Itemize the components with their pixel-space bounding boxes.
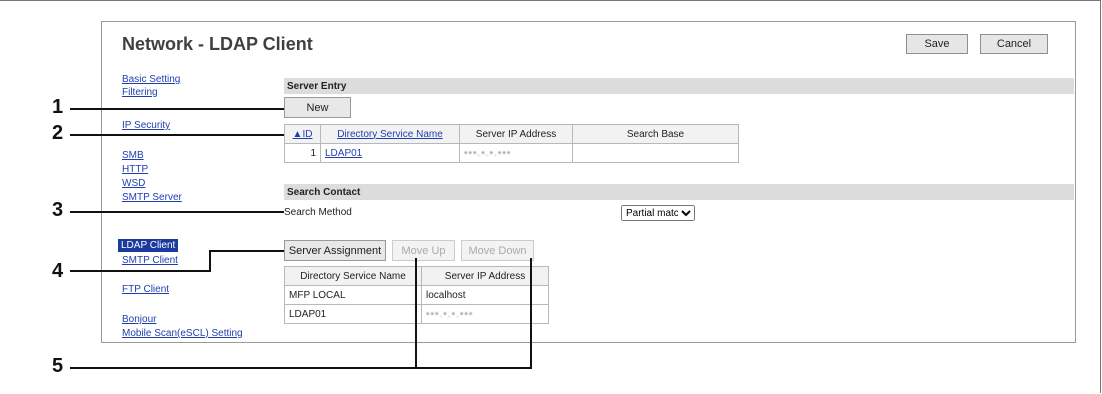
column-header-directory-service-name[interactable]: Directory Service Name	[320, 124, 460, 144]
sidebar-item-http[interactable]: HTTP	[122, 164, 148, 175]
sidebar-item-basic-setting[interactable]: Basic Setting	[122, 74, 180, 85]
cell-search-base	[572, 143, 739, 163]
page-title: Network - LDAP Client	[122, 34, 313, 54]
table-row: 1 LDAP01 •••.•.•.•••	[284, 143, 739, 163]
search-method-select[interactable]: Partial match	[621, 205, 695, 221]
column-header-directory-service-name: Directory Service Name	[284, 266, 422, 286]
sidebar-item-smb[interactable]: SMB	[122, 150, 144, 161]
search-contact-heading: Search Contact	[284, 184, 1074, 200]
sidebar-item-wsd[interactable]: WSD	[122, 178, 145, 189]
directory-service-link[interactable]: LDAP01	[325, 148, 362, 159]
column-header-id[interactable]: ▲ID	[284, 124, 321, 144]
column-header-server-ip: Server IP Address	[459, 124, 573, 144]
callout-line-5c	[530, 258, 532, 368]
callout-1: 1	[52, 96, 64, 118]
callout-line-1	[70, 108, 284, 110]
cell-directory-service-name: LDAP01	[284, 304, 422, 324]
sidebar-item-smtp-server[interactable]: SMTP Server	[122, 192, 182, 203]
callout-line-4a	[70, 270, 210, 272]
save-button[interactable]: Save	[906, 34, 968, 54]
sidebar-item-ip-security[interactable]: IP Security	[122, 120, 170, 131]
sidebar-item-ldap-client[interactable]: LDAP Client	[118, 239, 179, 252]
table-header-row: ▲ID Directory Service Name Server IP Add…	[284, 124, 739, 144]
server-assignment-button[interactable]: Server Assignment	[284, 240, 386, 261]
callout-line-2	[70, 134, 284, 136]
cell-server-ip: •••.•.•.•••	[426, 308, 474, 320]
sidebar-item-mobile-scan[interactable]: Mobile Scan(eSCL) Setting	[122, 328, 243, 339]
callout-4: 4	[52, 260, 64, 282]
search-method-label: Search Method	[284, 207, 352, 218]
new-button[interactable]: New	[284, 97, 351, 118]
cancel-button[interactable]: Cancel	[980, 34, 1048, 54]
callout-line-5b	[415, 258, 417, 368]
sidebar-item-filtering[interactable]: Filtering	[122, 87, 158, 98]
callout-line-4b	[209, 250, 211, 272]
move-up-button[interactable]: Move Up	[392, 240, 455, 261]
callout-line-4c	[209, 250, 284, 252]
callout-3: 3	[52, 199, 64, 221]
callout-line-3	[70, 211, 284, 213]
callout-5: 5	[52, 355, 64, 377]
callout-line-5a	[70, 367, 532, 369]
server-entry-heading: Server Entry	[284, 78, 1074, 94]
settings-panel	[101, 21, 1076, 343]
sidebar-item-smtp-client[interactable]: SMTP Client	[122, 255, 178, 266]
callout-2: 2	[52, 122, 64, 144]
sidebar-item-ftp-client[interactable]: FTP Client	[122, 284, 169, 295]
cell-server-ip: •••.•.•.•••	[464, 147, 512, 159]
move-down-button[interactable]: Move Down	[461, 240, 534, 261]
server-entry-table: ▲ID Directory Service Name Server IP Add…	[284, 124, 739, 163]
sidebar-item-bonjour[interactable]: Bonjour	[122, 314, 156, 325]
column-header-search-base: Search Base	[572, 124, 739, 144]
cell-id: 1	[284, 143, 321, 163]
cell-directory-service-name: MFP LOCAL	[284, 285, 422, 305]
